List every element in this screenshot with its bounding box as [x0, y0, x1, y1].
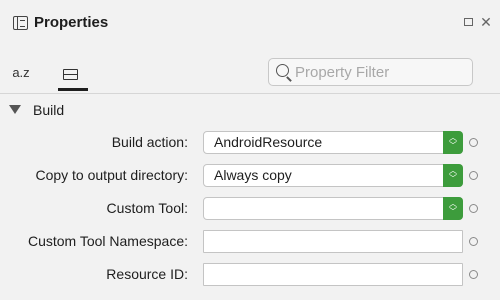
chevron-up-down-icon[interactable]: ︿ ﹀: [443, 131, 463, 154]
title-bar: Properties ✕: [0, 0, 500, 46]
build-action-dropdown[interactable]: AndroidResource ︿ ﹀: [203, 131, 463, 154]
properties-panel-icon: [13, 16, 28, 30]
expand-triangle-icon[interactable]: [9, 105, 21, 114]
property-indicator-icon[interactable]: [469, 171, 478, 180]
search-icon: [276, 64, 289, 77]
property-indicator-icon[interactable]: [469, 138, 478, 147]
custom-tool-namespace-label: Custom Tool Namespace:: [27, 233, 188, 249]
copy-to-output-label: Copy to output directory:: [35, 167, 188, 183]
resource-id-label: Resource ID:: [106, 266, 188, 282]
close-icon[interactable]: ✕: [478, 14, 494, 30]
tab-categorized[interactable]: [58, 56, 88, 91]
build-action-label: Build action:: [111, 134, 188, 150]
property-filter[interactable]: [268, 58, 473, 86]
group-label: Build: [33, 102, 65, 118]
property-indicator-icon[interactable]: [469, 270, 478, 279]
copy-to-output-value: Always copy: [214, 167, 292, 183]
build-action-value: AndroidResource: [214, 134, 323, 150]
custom-tool-label: Custom Tool:: [106, 200, 188, 216]
panel-title: Properties: [34, 14, 109, 31]
resource-id-field[interactable]: [203, 263, 463, 286]
categorized-icon: [63, 69, 78, 80]
custom-tool-dropdown[interactable]: ︿ ﹀: [203, 197, 463, 220]
property-indicator-icon[interactable]: [469, 204, 478, 213]
property-indicator-icon[interactable]: [469, 237, 478, 246]
tab-sort-alphabetical[interactable]: a.z: [8, 56, 34, 90]
copy-to-output-dropdown[interactable]: Always copy ︿ ﹀: [203, 164, 463, 187]
chevron-up-down-icon[interactable]: ︿ ﹀: [443, 197, 463, 220]
chevron-up-down-icon[interactable]: ︿ ﹀: [443, 164, 463, 187]
property-filter-input[interactable]: [295, 62, 467, 82]
custom-tool-namespace-field[interactable]: [203, 230, 463, 253]
group-header-build[interactable]: [0, 95, 500, 125]
maximize-icon[interactable]: [460, 14, 476, 30]
